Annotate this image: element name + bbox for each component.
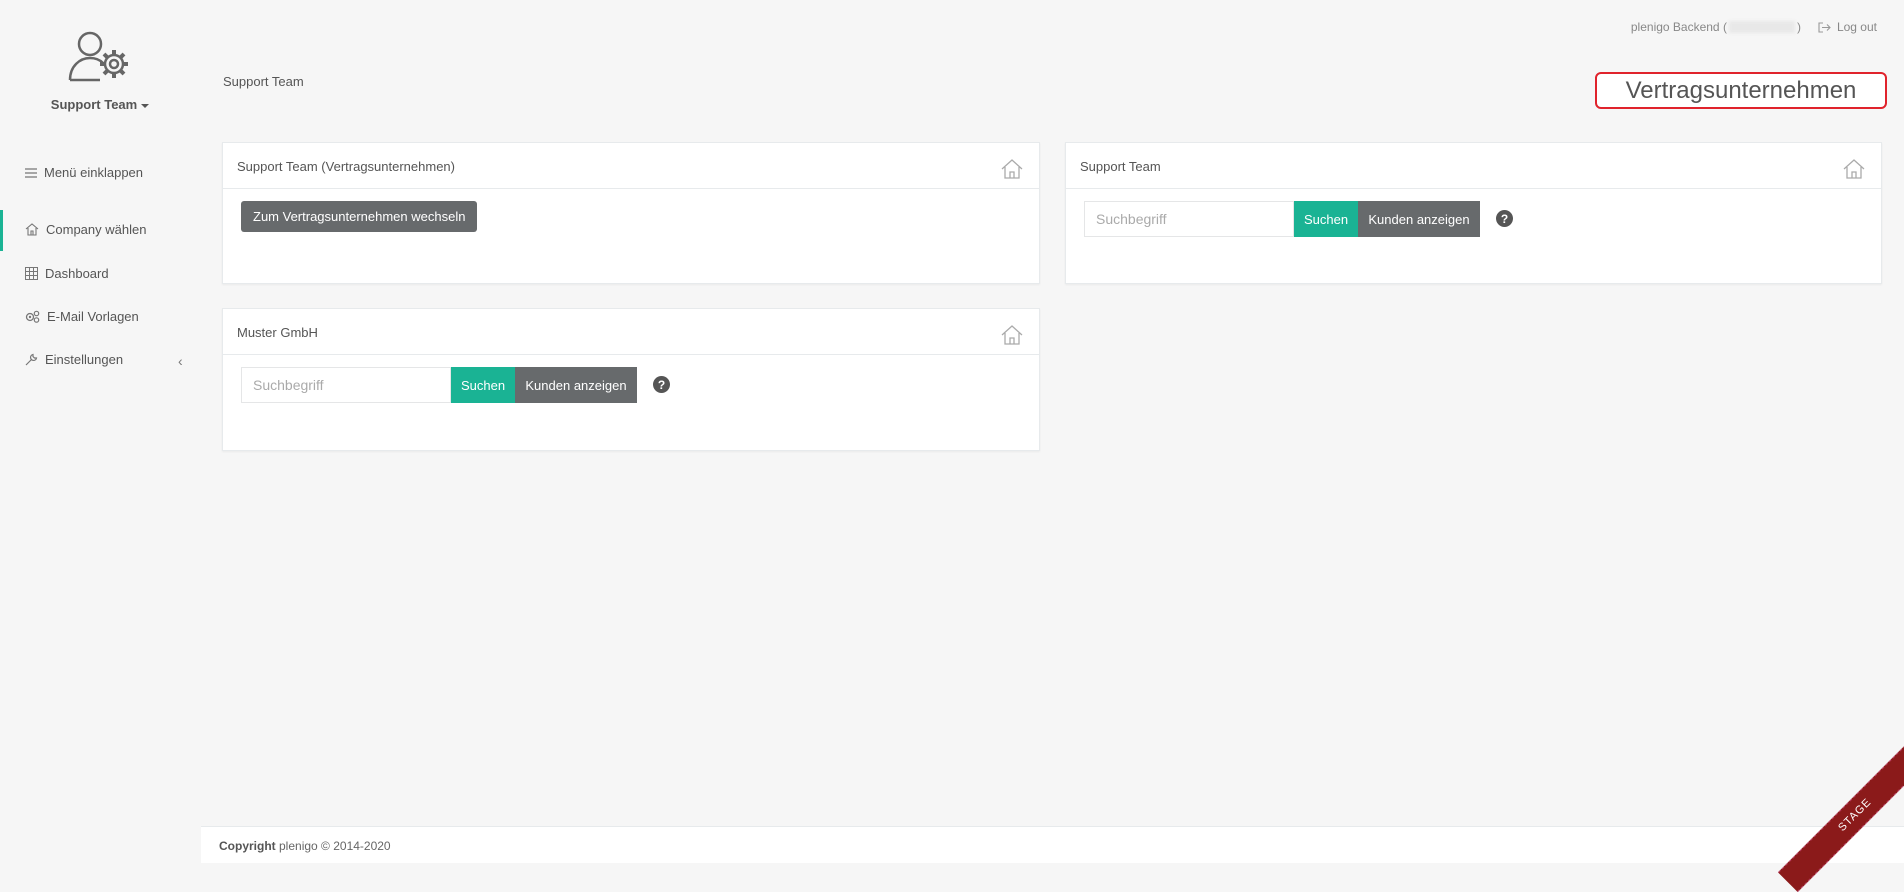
search-input[interactable] [241,367,451,403]
sidebar-item-label: E-Mail Vorlagen [47,309,139,324]
cogs-icon [25,310,40,323]
hamburger-icon [25,167,37,178]
collapse-menu-label: Menü einklappen [44,165,144,180]
help-icon[interactable]: ? [1496,210,1513,227]
sidebar-item-label: Dashboard [45,266,109,281]
copyright-text: plenigo © 2014-2020 [275,839,391,853]
panel-support-team: Support Team Suchen Kunden anzeigen ? [1065,142,1882,284]
sidebar-item-settings[interactable]: Einstellungen [25,352,123,367]
sidebar: Support Team Menü einklappen Company wäh… [0,0,200,863]
sidebar-item-dashboard[interactable]: Dashboard [25,266,109,281]
search-input[interactable] [1084,201,1294,237]
panel-title: Support Team (Vertragsunternehmen) [237,159,455,174]
chevron-left-icon[interactable]: ‹ [178,353,183,369]
home-icon[interactable] [1001,159,1023,179]
collapse-menu-button[interactable]: Menü einklappen [25,165,143,180]
footer: Copyright plenigo © 2014-2020 [201,826,1904,863]
panel-contract-company: Support Team (Vertragsunternehmen) Zum V… [222,142,1040,284]
active-indicator [0,210,3,251]
search-button[interactable]: Suchen [1294,201,1358,237]
home-icon [25,223,39,236]
wrench-icon [25,353,38,366]
table-icon [25,267,38,280]
sidebar-item-label: Company wählen [46,222,147,237]
top-navbar: plenigo Backend ( ) Log out [1631,20,1877,34]
sidebar-item-company[interactable]: Company wählen [25,222,146,237]
sign-out-icon [1818,21,1831,33]
panel-title: Support Team [1080,159,1161,174]
copyright: Copyright plenigo © 2014-2020 [219,839,391,853]
backend-label-suffix: ) [1796,20,1801,34]
show-customers-button[interactable]: Kunden anzeigen [515,367,637,403]
user-name: Support Team [50,97,138,112]
company-type-label: Vertragsunternehmen [1595,72,1887,109]
panel-muster-gmbh: Muster GmbH Suchen Kunden anzeigen ? [222,308,1040,451]
panel-header: Support Team (Vertragsunternehmen) [223,143,1039,189]
home-icon[interactable] [1001,325,1023,345]
stage-ribbon: STAGE [1777,737,1904,892]
backend-label: plenigo Backend ( [1630,20,1727,34]
show-customers-button[interactable]: Kunden anzeigen [1358,201,1480,237]
caret-down-icon [141,103,150,108]
sidebar-item-label: Einstellungen [45,352,124,367]
home-icon[interactable] [1843,159,1865,179]
panel-title: Muster GmbH [237,325,318,340]
breadcrumb: Support Team [223,74,304,89]
user-menu-toggle[interactable]: Support Team [0,97,200,112]
user-settings-icon [66,28,134,84]
panel-header: Muster GmbH [223,309,1039,355]
panel-header: Support Team [1066,143,1881,189]
help-icon[interactable]: ? [653,376,670,393]
search-button[interactable]: Suchen [451,367,515,403]
sidebar-item-email-templates[interactable]: E-Mail Vorlagen [25,309,139,324]
logout-label: Log out [1836,20,1877,34]
logout-link[interactable]: Log out [1818,20,1877,34]
switch-to-contract-company-button[interactable]: Zum Vertragsunternehmen wechseln [241,201,478,232]
copyright-label: Copyright [219,839,276,853]
redacted-user [1728,21,1795,33]
